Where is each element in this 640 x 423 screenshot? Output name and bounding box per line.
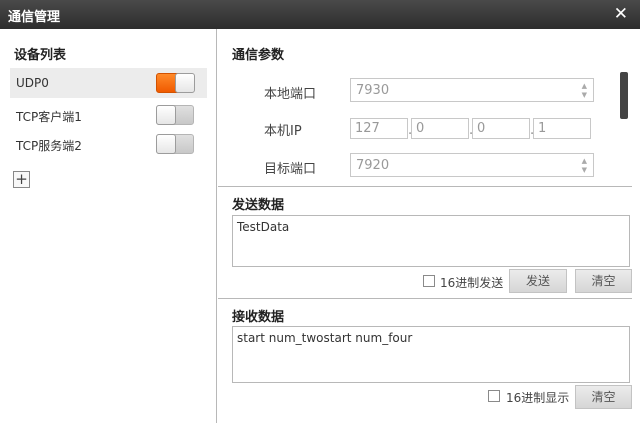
window-title: 通信管理 — [8, 10, 61, 25]
hex-display-label: 16进制显示 — [506, 391, 570, 405]
title-bar: 通信管理 ✕ — [0, 0, 640, 29]
device-list-heading: 设备列表 — [14, 48, 67, 63]
device-item-label: UDP0 — [16, 76, 49, 90]
device-toggle-switch[interactable] — [156, 134, 194, 154]
hex-display-checkbox[interactable] — [488, 390, 500, 402]
local-port-value: 7930 — [356, 83, 390, 98]
triangle-down-icon[interactable]: ▼ — [582, 91, 587, 99]
clear-send-button[interactable]: 清空 — [575, 269, 632, 293]
send-heading: 发送数据 — [232, 198, 285, 213]
device-item-label: TCP客户端1 — [16, 110, 82, 124]
params-scrollbar-thumb[interactable] — [620, 72, 628, 119]
triangle-up-icon[interactable]: ▲ — [582, 157, 587, 165]
toggle-knob — [175, 73, 195, 93]
local-port-label: 本地端口 — [264, 87, 317, 102]
toggle-knob — [156, 105, 176, 125]
ip-octet-1[interactable]: 127 — [350, 118, 408, 139]
device-toggle-switch[interactable] — [156, 73, 195, 93]
device-item-tcp-client1[interactable]: TCP客户端1 — [10, 100, 207, 130]
device-item-tcp-server2[interactable]: TCP服务端2 — [10, 129, 207, 159]
ip-octet-4[interactable]: 1 — [533, 118, 591, 139]
ip-octet-2[interactable]: 0 — [411, 118, 469, 139]
close-icon[interactable]: ✕ — [614, 3, 628, 25]
params-heading: 通信参数 — [232, 48, 285, 63]
target-port-value: 7920 — [356, 158, 390, 173]
local-ip-label: 本机IP — [264, 124, 302, 139]
receive-data-textarea[interactable]: start num_twostart num_four — [232, 326, 630, 383]
hex-send-checkbox[interactable] — [423, 275, 435, 287]
target-port-spinbox[interactable]: 7920 ▲ ▼ — [350, 153, 594, 177]
device-toggle-switch[interactable] — [156, 105, 194, 125]
receive-heading: 接收数据 — [232, 310, 285, 325]
add-device-button[interactable]: + — [13, 171, 30, 188]
settings-panel: 通信参数 本地端口 7930 ▲ ▼ 本机IP 127 . 0 . 0 . 1 … — [218, 29, 640, 423]
device-item-udp0[interactable]: UDP0 — [10, 68, 207, 98]
send-data-textarea[interactable]: TestData — [232, 215, 630, 267]
section-divider — [218, 186, 632, 187]
section-divider — [218, 298, 632, 299]
triangle-down-icon[interactable]: ▼ — [582, 166, 587, 174]
send-button[interactable]: 发送 — [509, 269, 567, 293]
target-port-label: 目标端口 — [264, 162, 317, 177]
ip-octet-3[interactable]: 0 — [472, 118, 530, 139]
toggle-knob — [156, 134, 176, 154]
device-list-panel: 设备列表 UDP0 TCP客户端1 TCP服务端2 + — [0, 29, 217, 423]
device-item-label: TCP服务端2 — [16, 139, 82, 153]
hex-send-label: 16进制发送 — [440, 276, 504, 290]
clear-receive-button[interactable]: 清空 — [575, 385, 632, 409]
triangle-up-icon[interactable]: ▲ — [582, 82, 587, 90]
local-port-spinbox[interactable]: 7930 ▲ ▼ — [350, 78, 594, 102]
plus-icon: + — [15, 170, 28, 188]
